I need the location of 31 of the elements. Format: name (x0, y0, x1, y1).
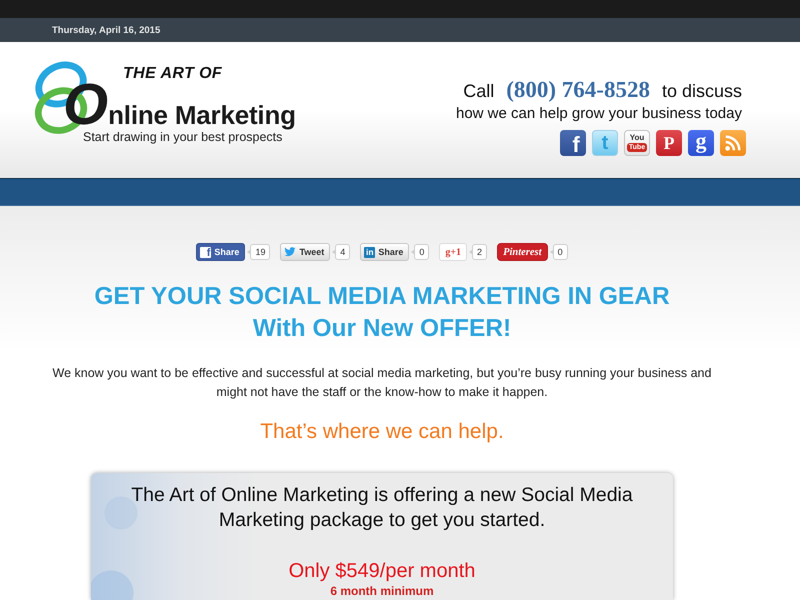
p-logo-icon[interactable]: P (656, 130, 682, 156)
date-text: Thursday, April 16, 2015 (52, 24, 160, 36)
tweet-button[interactable]: Tweet (280, 243, 330, 261)
call-text: to discuss (662, 80, 742, 103)
call-text: Call (463, 80, 494, 103)
phone-number[interactable]: (800) 764-8528 (506, 77, 650, 103)
callout-text: That’s where we can help. (260, 419, 504, 445)
share-count: 2 (472, 244, 488, 260)
logo-overline: THE ART OF (123, 66, 222, 82)
logo-tagline: Start drawing in your best prospects (83, 130, 282, 145)
share-button[interactable]: in Share (360, 243, 410, 261)
offer-term: 6 month minimum (330, 584, 434, 598)
share-count: 4 (335, 244, 350, 260)
headline: With Our New OFFER! (252, 314, 512, 344)
share-count: 19 (250, 244, 270, 260)
call-subline: how we can help grow your business today (456, 104, 742, 123)
offer-description: The Art of Online Marketing is offering a new Social Media Marketing package to get you started. (130, 483, 634, 533)
plus-one-button[interactable]: g+1 (439, 243, 468, 261)
share-button[interactable]: f Share (196, 243, 246, 261)
headline: GET YOUR SOCIAL MEDIA MARKETING IN GEAR (94, 282, 670, 312)
facebook-icon[interactable]: f (560, 130, 586, 156)
share-count: 0 (552, 244, 568, 260)
linkedin-icon: in (364, 246, 376, 258)
bird-icon (284, 247, 296, 257)
g-logo-icon[interactable]: g (688, 130, 714, 156)
rss-icon[interactable] (720, 130, 746, 156)
pinterest-button[interactable]: Pinterest (497, 243, 548, 261)
offer-price: Only $549/per month (288, 559, 476, 584)
facebook-icon: f (200, 246, 212, 258)
intro-paragraph: We know you want to be effective and successful at social media marketing, but you’re busy running your business and might not have the staff or the know-how to make it happen. (52, 365, 712, 401)
share-count: 0 (414, 244, 430, 260)
